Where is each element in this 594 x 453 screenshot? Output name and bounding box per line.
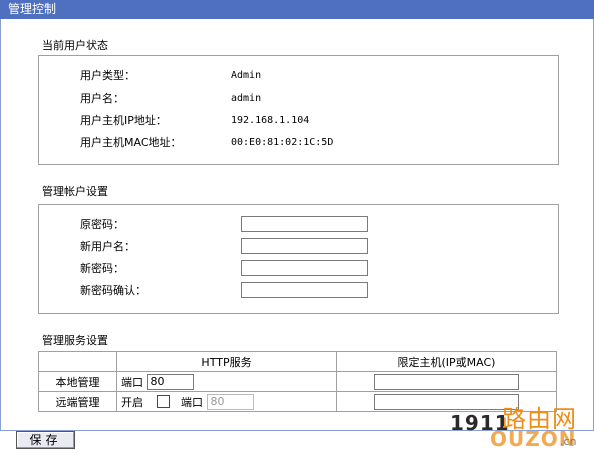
- remote-port-label: 端口: [181, 395, 203, 409]
- service-header-row: HTTP服务 限定主机(IP或MAC): [38, 351, 557, 372]
- account-heading: 管理帐户设置: [42, 185, 108, 198]
- local-host-input[interactable]: [374, 373, 519, 390]
- account-box: 原密码： 新用户名： 新密码： 新密码确认：: [38, 204, 559, 314]
- local-port-label: 端口: [121, 375, 143, 389]
- header-empty: [38, 351, 117, 372]
- window-title: 管理控制: [0, 0, 594, 19]
- account-row-new-username: 新用户名：: [39, 238, 558, 256]
- account-row-old-password: 原密码：: [39, 216, 558, 234]
- service-heading: 管理服务设置: [42, 334, 108, 347]
- field-label: 原密码：: [80, 218, 124, 231]
- status-label: 用户名：: [80, 92, 124, 105]
- confirm-password-input[interactable]: [241, 282, 368, 298]
- new-password-input[interactable]: [241, 260, 368, 276]
- local-label: 本地管理: [38, 371, 117, 392]
- remote-enable-label: 开启: [121, 395, 143, 409]
- status-box: 用户类型： Admin 用户名： admin 用户主机IP地址： 192.168…: [38, 55, 559, 165]
- watermark-domain: .cn: [560, 435, 577, 448]
- field-label: 新用户名：: [80, 240, 135, 253]
- status-row-mac: 用户主机MAC地址： 00:E0:81:02:1C:5D: [39, 134, 558, 152]
- status-value: admin: [231, 93, 262, 104]
- local-host-cell: [336, 371, 557, 392]
- field-label: 新密码：: [80, 262, 124, 275]
- local-port-input[interactable]: 80: [146, 373, 194, 390]
- local-http-cell: 端口 80: [116, 371, 337, 392]
- status-label: 用户主机MAC地址：: [80, 136, 182, 149]
- status-row-type: 用户类型： Admin: [39, 67, 558, 85]
- header-http: HTTP服务: [116, 351, 337, 372]
- watermark-logo: 1911 路由网 OUZON .cn: [440, 399, 590, 451]
- field-label: 新密码确认：: [80, 284, 146, 297]
- status-value: 00:E0:81:02:1C:5D: [231, 137, 334, 148]
- new-username-input[interactable]: [241, 238, 368, 254]
- remote-enable-checkbox[interactable]: [156, 395, 170, 408]
- remote-http-cell: 开启 端口 80: [116, 391, 337, 412]
- status-row-username: 用户名： admin: [39, 90, 558, 108]
- old-password-input[interactable]: [241, 216, 368, 232]
- service-row-local: 本地管理 端口 80: [38, 371, 557, 392]
- remote-label: 远端管理: [38, 391, 117, 412]
- remote-port-input: 80: [206, 393, 254, 410]
- status-row-ip: 用户主机IP地址： 192.168.1.104: [39, 112, 558, 130]
- save-button[interactable]: 保存: [16, 431, 75, 449]
- header-host: 限定主机(IP或MAC): [336, 351, 557, 372]
- status-label: 用户主机IP地址：: [80, 114, 167, 127]
- account-row-new-password: 新密码：: [39, 260, 558, 278]
- status-value: 192.168.1.104: [231, 115, 310, 126]
- status-heading: 当前用户状态: [42, 39, 108, 52]
- status-label: 用户类型：: [80, 69, 135, 82]
- account-row-confirm-password: 新密码确认：: [39, 282, 558, 300]
- status-value: Admin: [231, 70, 262, 81]
